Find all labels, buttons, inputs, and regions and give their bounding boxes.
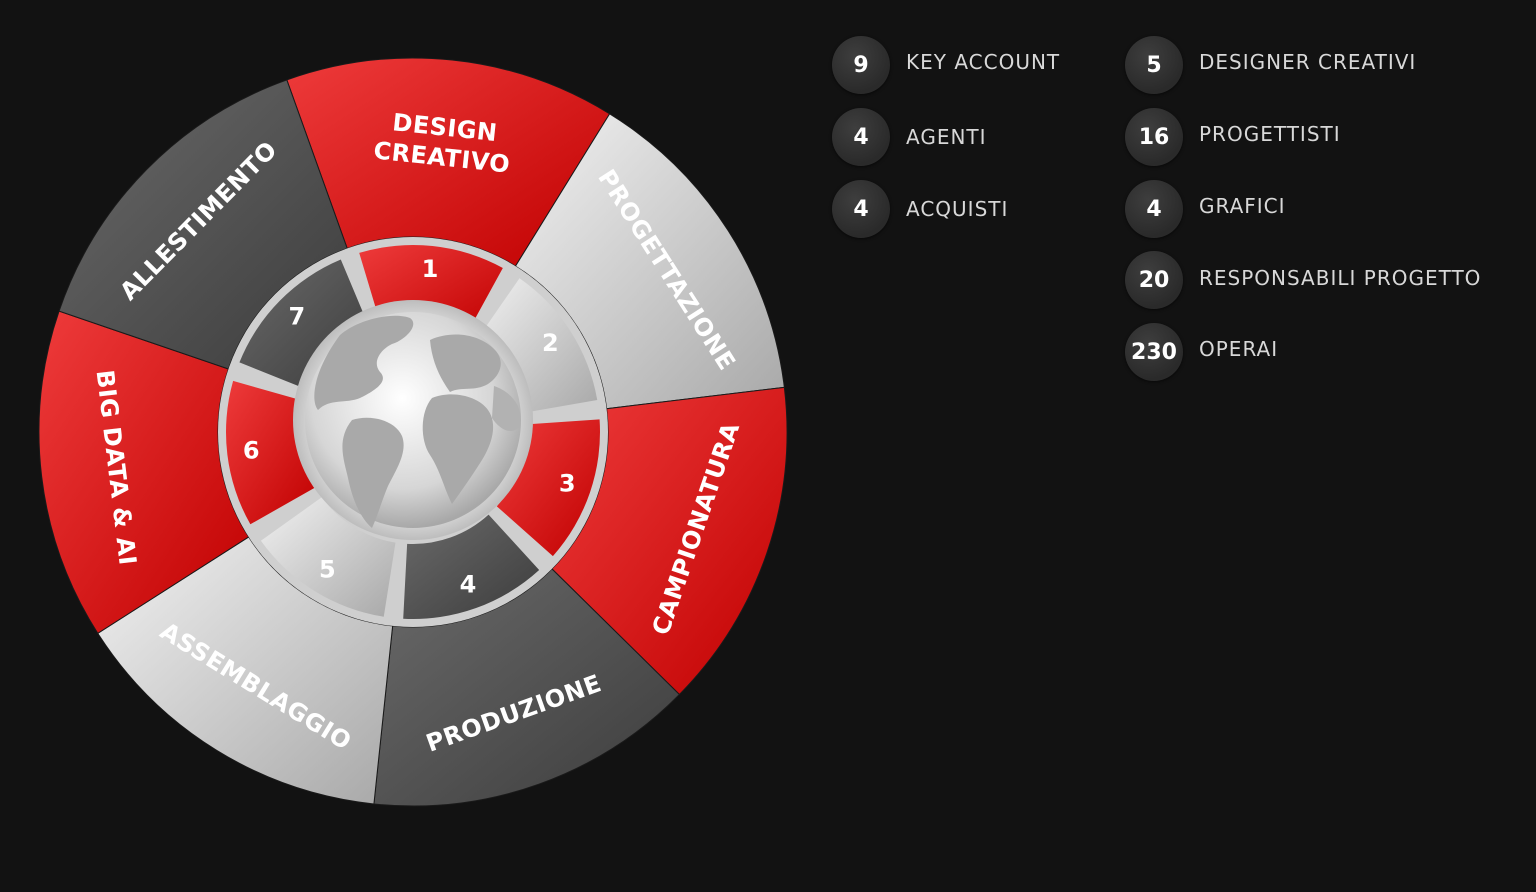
stat-acquisti: 4 ACQUISTI	[832, 180, 1008, 238]
stat-grafici: 4 GRAFICI	[1125, 180, 1286, 238]
inner-segment-number: 6	[243, 436, 260, 464]
stat-badge: 16	[1125, 108, 1183, 166]
stat-label: PROGETTISTI	[1199, 122, 1341, 146]
globe-icon	[293, 300, 533, 540]
stat-badge: 5	[1125, 36, 1183, 94]
stat-label: AGENTI	[906, 125, 987, 149]
stat-badge: 4	[832, 108, 890, 166]
inner-segment-number: 5	[319, 556, 336, 584]
inner-segment-number: 3	[559, 470, 576, 498]
stat-label: KEY ACCOUNT	[906, 50, 1061, 74]
stat-label: DESIGNER CREATIVI	[1199, 50, 1417, 74]
stat-badge: 230	[1125, 323, 1183, 381]
stat-agenti: 4 AGENTI	[832, 108, 987, 166]
inner-segment-number: 4	[460, 570, 477, 598]
stat-operai: 230 OPERAI	[1125, 323, 1278, 381]
inner-segment-number: 1	[422, 255, 439, 283]
stat-designer-creativi: 5 DESIGNER CREATIVI	[1125, 36, 1416, 94]
stat-badge: 4	[832, 180, 890, 238]
inner-segment-number: 7	[289, 303, 306, 331]
stat-label: ACQUISTI	[906, 197, 1009, 221]
stat-badge: 4	[1125, 180, 1183, 238]
inner-segment-number: 2	[542, 329, 559, 357]
stat-label: OPERAI	[1199, 337, 1279, 361]
stat-label: RESPONSABILI PROGETTO	[1199, 266, 1482, 290]
stat-responsabili-progetto: 20 RESPONSABILI PROGETTO	[1125, 251, 1481, 309]
stat-badge: 20	[1125, 251, 1183, 309]
stat-label: GRAFICI	[1199, 194, 1286, 218]
stat-badge: 9	[832, 36, 890, 94]
process-wheel: DESIGNCREATIVOPROGETTAZIONECAMPIONATURAP…	[38, 57, 788, 807]
stat-key-account: 9 KEY ACCOUNT	[832, 36, 1060, 94]
stat-progettisti: 16 PROGETTISTI	[1125, 108, 1341, 166]
